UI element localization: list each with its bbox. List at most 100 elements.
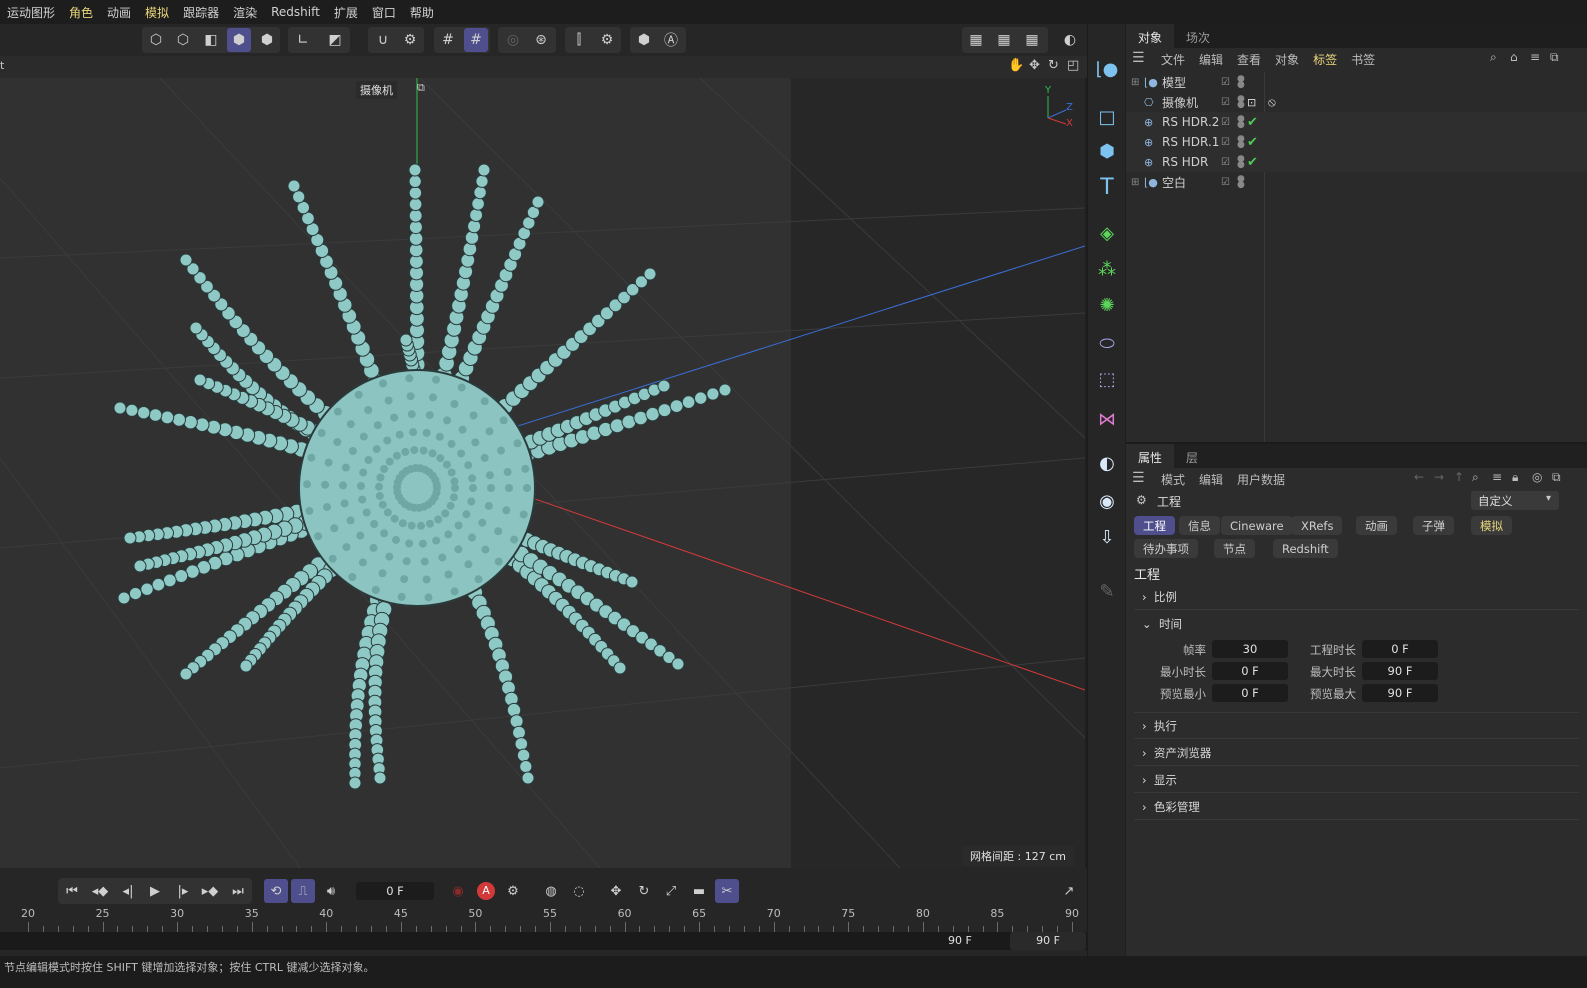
timeline-ruler[interactable]: 20 25 30 35 40 45 50 55 60 65 70 75 80 85 90	[0, 906, 1087, 932]
preview-max-field[interactable]: 90 F	[1362, 684, 1438, 702]
menu-window[interactable]: 窗口	[365, 4, 403, 21]
chip-todo[interactable]: 待办事项	[1134, 539, 1198, 558]
cube-icon[interactable]: ⬢	[1092, 136, 1122, 166]
edit-checkbox-icon[interactable]: ☑	[1221, 77, 1230, 88]
hamburger-icon[interactable]: ☰	[1132, 50, 1145, 66]
null-object-icon[interactable]: ⌊●	[1092, 54, 1122, 84]
polygons-mode-icon[interactable]: ◧	[199, 28, 223, 52]
object-name[interactable]: 模型	[1162, 74, 1186, 91]
pen-icon[interactable]: ✎	[1092, 576, 1122, 606]
chip-redshift[interactable]: Redshift	[1273, 539, 1338, 558]
model-mode-icon[interactable]: ⬢	[227, 28, 251, 52]
menu-simulation[interactable]: 模拟	[138, 4, 176, 21]
pan-hand-icon[interactable]: ✋	[1008, 58, 1024, 73]
prev-frame-icon[interactable]: ◂|	[116, 879, 140, 903]
lock-icon[interactable]: 🔒︎	[1512, 470, 1518, 485]
next-frame-icon[interactable]: |▸	[171, 879, 195, 903]
chip-nodes[interactable]: 节点	[1214, 539, 1255, 558]
edit-checkbox-icon[interactable]: ☑	[1221, 117, 1230, 128]
section-display[interactable]: › 显示	[1134, 767, 1579, 793]
edit-checkbox-icon[interactable]: ☑	[1221, 137, 1230, 148]
snap-settings-icon[interactable]: ⚙	[398, 28, 422, 52]
redshift-ipr-icon[interactable]: ◐	[1058, 28, 1082, 52]
filter-icon[interactable]: ≡	[1530, 50, 1540, 64]
am-menu-mode[interactable]: 模式	[1154, 471, 1192, 488]
move-view-icon[interactable]: ✥	[1029, 58, 1040, 73]
visibility-dots-icon[interactable]: ● ●	[1237, 95, 1245, 110]
visibility-dots-icon[interactable]: ● ●	[1237, 175, 1245, 190]
object-name[interactable]: RS HDR	[1162, 155, 1208, 169]
visibility-dots-icon[interactable]: ● ●	[1237, 75, 1245, 90]
uv-mode-icon[interactable]: ⬢	[255, 28, 279, 52]
project-length-field[interactable]: 0 F	[1362, 640, 1438, 658]
home-icon[interactable]: ⌂	[1510, 50, 1518, 64]
section-time[interactable]: ⌄ 时间	[1134, 611, 1579, 637]
search-icon[interactable]: ⌕	[1490, 50, 1497, 65]
symmetry-icon[interactable]: ⫿	[567, 28, 591, 52]
text-icon[interactable]: T	[1092, 172, 1122, 202]
scene-node-icon[interactable]: ⋈	[1092, 404, 1122, 434]
preview-min-field[interactable]: 0 F	[1212, 684, 1288, 702]
spline-rectangle-icon[interactable]: □	[1092, 102, 1122, 132]
fps-field[interactable]: 30	[1212, 640, 1288, 658]
section-scale[interactable]: › 比例	[1134, 584, 1579, 610]
edit-checkbox-icon[interactable]: ☑	[1221, 177, 1230, 188]
visibility-dots-icon[interactable]: ● ●	[1237, 115, 1245, 130]
effector-icon[interactable]: ✺	[1092, 290, 1122, 320]
object-row[interactable]: ⊞ ⌊● 空白 ☑ ● ●	[1126, 172, 1587, 192]
am-menu-edit[interactable]: 编辑	[1192, 471, 1230, 488]
render-settings-icon[interactable]: ▦	[1020, 28, 1044, 52]
target-icon[interactable]: ◎	[1532, 470, 1542, 484]
camera-icon[interactable]: ◉	[1092, 486, 1122, 516]
render-view-icon[interactable]: ▦	[964, 28, 988, 52]
maximize-view-icon[interactable]: ◰	[1067, 58, 1079, 73]
object-row[interactable]: ⊕ RS HDR.2 ☑ ● ● ✔	[1126, 112, 1587, 132]
tab-takes[interactable]: 场次	[1174, 24, 1222, 48]
rotate-view-icon[interactable]: ↻	[1048, 58, 1059, 73]
render-picture-viewer-icon[interactable]: ▦	[992, 28, 1016, 52]
edit-checkbox-icon[interactable]: ☑	[1221, 97, 1230, 108]
loop-icon[interactable]: ⟲	[264, 879, 288, 903]
prev-key-icon[interactable]: ◂◆	[88, 879, 112, 903]
current-frame-field[interactable]: 0 F	[356, 882, 434, 900]
object-name[interactable]: 摄像机	[1162, 94, 1198, 111]
back-arrow-icon[interactable]: ←	[1414, 470, 1424, 484]
new-window-icon[interactable]: ⧉	[1550, 50, 1559, 65]
cloner-icon[interactable]: ⁂	[1092, 254, 1122, 284]
menu-extensions[interactable]: 扩展	[327, 4, 365, 21]
chip-cineware[interactable]: Cineware	[1221, 516, 1293, 535]
grid-icon[interactable]: #	[436, 28, 460, 52]
3d-viewport[interactable]: 摄像机 ⧉ Y Z X 网格间距 : 127 cm	[0, 78, 1085, 868]
deformer-icon[interactable]: ⬭	[1092, 328, 1122, 358]
grid-snap-icon[interactable]: #	[464, 28, 488, 52]
up-arrow-icon[interactable]: ↑	[1454, 470, 1464, 484]
menu-animation[interactable]: 动画	[100, 4, 138, 21]
go-to-end-icon[interactable]: ⏭	[226, 879, 250, 903]
camera-toggle-icon[interactable]: ⧉	[417, 81, 425, 95]
expand-icon[interactable]: ⊞	[1131, 177, 1139, 188]
section-color-management[interactable]: › 色彩管理	[1134, 794, 1579, 820]
check-tag-icon[interactable]: ✔	[1247, 135, 1258, 150]
menu-character[interactable]: 角色	[62, 4, 100, 21]
sound-icon[interactable]: 🔊︎	[319, 879, 343, 903]
section-asset-browser[interactable]: › 资产浏览器	[1134, 740, 1579, 766]
keyframe-selection-icon[interactable]: ◍	[539, 879, 563, 903]
menu-help[interactable]: 帮助	[403, 4, 441, 21]
object-row[interactable]: ⊞ ⌊● 模型 ☑ ● ●	[1126, 72, 1587, 92]
chip-info[interactable]: 信息	[1179, 516, 1220, 535]
key-pla-icon[interactable]: ✂	[715, 879, 739, 903]
om-menu-bookmarks[interactable]: 书签	[1344, 51, 1382, 68]
next-key-icon[interactable]: ▸◆	[198, 879, 222, 903]
target-tag-icon[interactable]: ⊡	[1247, 96, 1256, 109]
tab-attributes[interactable]: 属性	[1126, 444, 1175, 468]
axis-icon[interactable]: ∟	[291, 28, 315, 52]
timeline-graph-icon[interactable]: ↗	[1057, 879, 1081, 903]
check-tag-icon[interactable]: ✔	[1247, 155, 1258, 170]
light-icon[interactable]: ⇩	[1092, 522, 1122, 552]
lock-icon[interactable]: ◎	[501, 28, 525, 52]
object-row[interactable]: ⊕ RS HDR ☑ ● ● ✔	[1126, 152, 1587, 172]
om-menu-tags[interactable]: 标签	[1306, 51, 1344, 68]
menu-mograph[interactable]: 运动图形	[0, 4, 62, 21]
key-position-icon[interactable]: ✥	[604, 879, 628, 903]
visibility-dots-icon[interactable]: ● ●	[1237, 135, 1245, 150]
